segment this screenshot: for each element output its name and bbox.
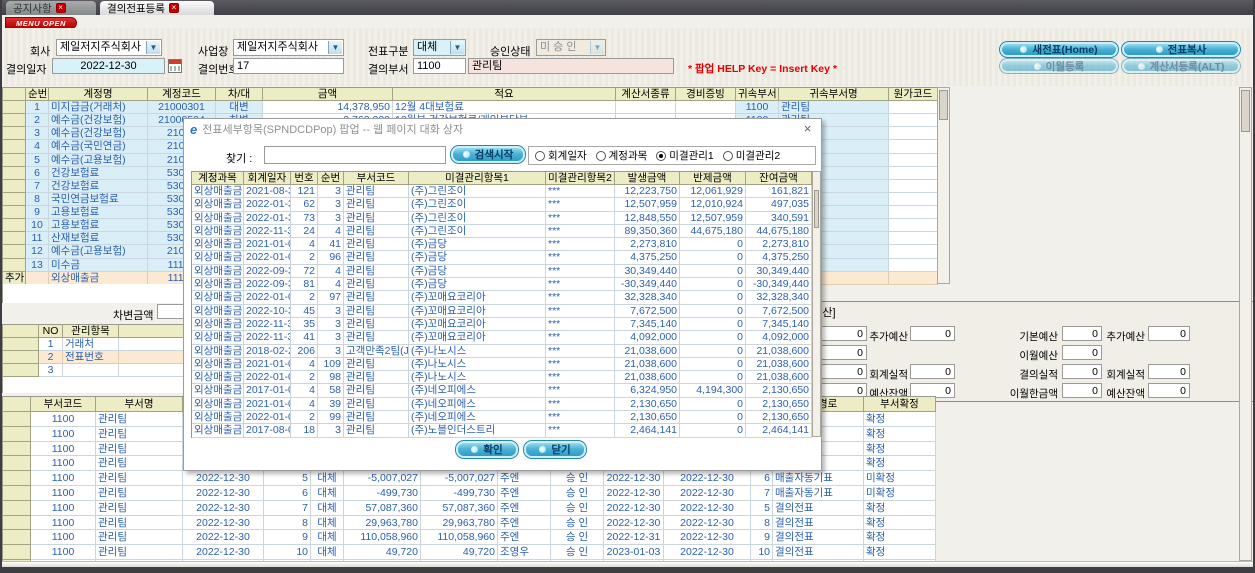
budget-extra-label: 추가예산 bbox=[869, 331, 908, 343]
budget-extra-label2: 추가예산 bbox=[1106, 331, 1145, 343]
chevron-down-icon[interactable] bbox=[328, 41, 342, 54]
radio-icon[interactable] bbox=[722, 150, 733, 161]
popup-title-bar: 전표세부항목(SPNDCDPop) 팝업 -- 웹 페이지 대화 상자 bbox=[184, 119, 821, 139]
status-bar bbox=[0, 567, 1255, 573]
radio-acct-date[interactable]: 회계일자 bbox=[535, 148, 587, 163]
page-scrollbar[interactable] bbox=[1239, 87, 1252, 561]
chevron-down-icon[interactable] bbox=[146, 41, 160, 54]
company-label: 회사 bbox=[30, 46, 51, 58]
budget-carry-value: 0 bbox=[820, 345, 867, 360]
budget-carried-value2: 0 bbox=[1062, 383, 1102, 398]
budget-resol-value2: 0 bbox=[1062, 364, 1102, 379]
company-select[interactable]: 제일저지주식회사 bbox=[56, 39, 162, 56]
button-dot-icon bbox=[539, 446, 547, 453]
radio-account[interactable]: 계정과목 bbox=[595, 148, 647, 163]
search-option-group: 회계일자 계정과목 미결관리1 미결관리2 bbox=[528, 146, 816, 165]
button-dot-icon bbox=[1155, 46, 1163, 53]
tab-notice-label: 공지사항 bbox=[13, 2, 52, 15]
approve-state-label: 승인상태 bbox=[490, 46, 531, 58]
budget-basic-value: 0 bbox=[820, 326, 867, 341]
grid-scrollbar[interactable] bbox=[937, 87, 950, 284]
budget-acct-label2: 회계실적 bbox=[1106, 369, 1145, 381]
button-dot-icon bbox=[462, 151, 470, 158]
find-label: 찾기 : bbox=[226, 153, 253, 165]
search-start-button[interactable]: 검색시작 bbox=[450, 145, 526, 164]
close-icon[interactable] bbox=[801, 123, 814, 136]
open-item-grid[interactable]: 계정과목 회계일자 번호 순번 부서코드 미결관리항목1 미결관리항목2 발생금액 반제금액 잔여… bbox=[191, 171, 812, 438]
approve-state-select: 미 승 인 bbox=[536, 39, 606, 56]
slip-type-label: 전표구분 bbox=[368, 46, 409, 58]
scrollbar-thumb[interactable] bbox=[814, 190, 819, 228]
find-input[interactable] bbox=[264, 146, 446, 164]
tab-bar: 공지사항 결의전표등록 bbox=[0, 0, 1255, 15]
close-icon[interactable] bbox=[168, 3, 179, 13]
close-icon[interactable] bbox=[55, 3, 66, 13]
popup-scrollbar[interactable] bbox=[812, 171, 821, 437]
ok-button[interactable]: 확인 bbox=[455, 440, 519, 459]
site-label: 사업장 bbox=[198, 46, 229, 58]
radio-checked-icon[interactable] bbox=[656, 150, 667, 161]
button-dot-icon bbox=[1020, 46, 1028, 53]
debit-amount-label: 차변금액 bbox=[113, 310, 154, 322]
new-voucher-button[interactable]: 새전표(Home) bbox=[999, 41, 1119, 58]
popup-title: 전표세부항목(SPNDCDPop) 팝업 -- 웹 페이지 대화 상자 bbox=[202, 124, 464, 136]
budget-resol-label2: 결의실적 bbox=[1019, 369, 1058, 381]
button-dot-icon bbox=[471, 446, 479, 453]
copy-voucher-button[interactable]: 전표복사 bbox=[1121, 41, 1241, 58]
button-dot-icon bbox=[1137, 62, 1145, 70]
close-button[interactable]: 닫기 bbox=[523, 440, 587, 459]
ie-browser-icon bbox=[190, 122, 197, 137]
tab-voucher-entry[interactable]: 결의전표등록 bbox=[100, 1, 214, 15]
chevron-down-icon[interactable] bbox=[450, 41, 464, 54]
button-dot-icon bbox=[1033, 62, 1041, 70]
radio-open-item1[interactable]: 미결관리1 bbox=[656, 148, 714, 163]
tab-voucher-label: 결의전표등록 bbox=[107, 2, 165, 15]
calendar-icon[interactable] bbox=[168, 59, 182, 73]
resolution-date-label: 결의일자 bbox=[6, 64, 47, 76]
chevron-down-icon bbox=[590, 41, 604, 54]
carryover-button: 이월등록 bbox=[999, 58, 1119, 74]
tab-notice[interactable]: 공지사항 bbox=[6, 1, 96, 15]
radio-open-item2[interactable]: 미결관리2 bbox=[722, 148, 780, 163]
budget-carried-label2: 이월한금액 bbox=[1009, 388, 1058, 400]
voucher-form: 회사 제일저지주식회사 사업장 제일저지주식회사 전표구분 대체 승인상태 미 … bbox=[2, 28, 1253, 86]
slip-type-select[interactable]: 대체 bbox=[413, 39, 466, 56]
grid-footer-strip bbox=[2, 284, 183, 303]
dept-name-field: 관리팀 bbox=[468, 58, 674, 74]
dept-code-input[interactable]: 1100 bbox=[413, 58, 466, 74]
budget-acct-value: 0 bbox=[910, 364, 955, 379]
budget-basic-value2: 0 bbox=[1062, 326, 1102, 341]
radio-icon[interactable] bbox=[535, 150, 545, 161]
resolution-no-input[interactable]: 17 bbox=[233, 58, 344, 74]
scrollbar-thumb[interactable] bbox=[1241, 90, 1250, 132]
budget-basic-label2: 기본예산 bbox=[1019, 331, 1058, 343]
site-select[interactable]: 제일저지주식회사 bbox=[233, 39, 344, 56]
resolution-date-input[interactable]: 2022-12-30 bbox=[52, 58, 165, 74]
budget-remain-value2: 0 bbox=[1148, 383, 1190, 398]
budget-acct-label: 회계실적 bbox=[869, 369, 908, 381]
invoice-register-button: 계산서등록(ALT) bbox=[1121, 58, 1241, 74]
budget-extra-value: 0 bbox=[910, 326, 955, 341]
resolution-dept-label: 결의부서 bbox=[368, 64, 409, 76]
budget-carry-value2: 0 bbox=[1062, 345, 1102, 360]
budget-resol-value: 0 bbox=[820, 364, 867, 379]
help-key-hint: * 팝업 HELP Key = Insert Key * bbox=[688, 63, 837, 75]
scrollbar-thumb[interactable] bbox=[939, 90, 948, 120]
budget-remain-label2: 예산잔액 bbox=[1106, 388, 1145, 400]
budget-carry-label2: 이월예산 bbox=[1019, 350, 1058, 362]
slip-detail-popup: 전표세부항목(SPNDCDPop) 팝업 -- 웹 페이지 대화 상자 찾기 :… bbox=[183, 118, 822, 471]
budget-extra-value2: 0 bbox=[1148, 326, 1190, 341]
window-edge bbox=[0, 0, 2, 573]
radio-icon[interactable] bbox=[595, 150, 606, 161]
budget-acct-value2: 0 bbox=[1148, 364, 1190, 379]
